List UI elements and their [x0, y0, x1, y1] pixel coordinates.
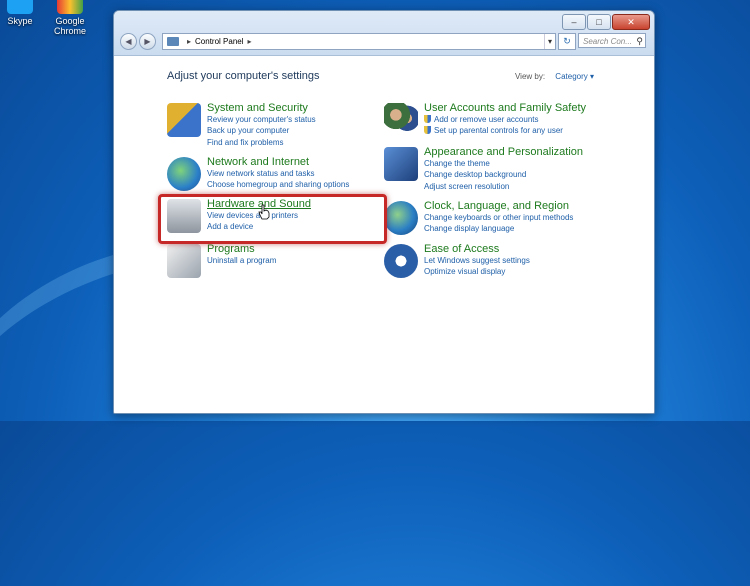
- monitor-paint-icon: [384, 147, 418, 181]
- view-by: View by: Category ▾: [515, 72, 594, 81]
- category-link[interactable]: Change keyboards or other input methods: [424, 212, 573, 223]
- navigation-buttons: ◀ ▶: [120, 33, 158, 50]
- title-bar: – □ ✕ ◀ ▶ ▸ Control Panel ▸ ▾ ↻ Search C…: [114, 11, 654, 56]
- category-link[interactable]: Change desktop background: [424, 169, 583, 180]
- highlight-box: [158, 194, 387, 244]
- chrome-icon: [57, 0, 83, 14]
- globe-network-icon: [167, 157, 201, 191]
- category-title[interactable]: Appearance and Personalization: [424, 146, 583, 158]
- users-icon: [384, 103, 418, 137]
- maximize-button[interactable]: □: [587, 14, 611, 30]
- search-placeholder: Search Con...: [583, 37, 632, 46]
- forward-button[interactable]: ▶: [139, 33, 156, 50]
- view-by-dropdown[interactable]: Category ▾: [555, 72, 594, 81]
- desktop-icon-label: Google Chrome: [53, 16, 86, 36]
- search-input[interactable]: Search Con... ⚲: [578, 33, 646, 48]
- clock-globe-icon: [384, 201, 418, 235]
- back-button[interactable]: ◀: [120, 33, 137, 50]
- shield-icon: [424, 126, 431, 135]
- category-link[interactable]: Set up parental controls for any user: [424, 125, 586, 136]
- category-link[interactable]: Review your computer's status: [207, 114, 316, 125]
- category-link[interactable]: Uninstall a program: [207, 255, 276, 266]
- category-link[interactable]: Add or remove user accounts: [424, 114, 586, 125]
- control-panel-icon: [167, 37, 179, 46]
- hand-cursor-icon: [258, 204, 270, 220]
- caption-buttons: – □ ✕: [561, 14, 650, 30]
- breadcrumb-control-panel[interactable]: Control Panel: [195, 34, 243, 49]
- category-title[interactable]: Network and Internet: [207, 156, 349, 168]
- category-link[interactable]: Optimize visual display: [424, 266, 530, 277]
- category-link[interactable]: View network status and tasks: [207, 168, 349, 179]
- category-link[interactable]: Adjust screen resolution: [424, 181, 583, 192]
- shield-computer-icon: [167, 103, 201, 137]
- view-by-label: View by:: [514, 72, 546, 81]
- chevron-right-icon[interactable]: ▸: [187, 34, 191, 49]
- search-icon[interactable]: ⚲: [636, 34, 643, 49]
- category-link[interactable]: Change the theme: [424, 158, 583, 169]
- chevron-right-icon[interactable]: ▸: [248, 34, 252, 49]
- category-title[interactable]: Ease of Access: [424, 243, 530, 255]
- category-link[interactable]: Back up your computer: [207, 125, 316, 136]
- refresh-button[interactable]: ↻: [558, 33, 576, 50]
- close-button[interactable]: ✕: [612, 14, 650, 30]
- chevron-down-icon[interactable]: ▾: [544, 34, 555, 49]
- desktop-icon-chrome[interactable]: Google Chrome: [40, 0, 100, 36]
- address-bar[interactable]: ▸ Control Panel ▸ ▾: [162, 33, 556, 50]
- category-title[interactable]: Clock, Language, and Region: [424, 200, 573, 212]
- page-title: Adjust your computer's settings: [167, 70, 320, 82]
- category-link[interactable]: Change display language: [424, 223, 573, 234]
- programs-icon: [167, 244, 201, 278]
- category-link[interactable]: Find and fix problems: [207, 137, 316, 148]
- category-link[interactable]: Choose homegroup and sharing options: [207, 179, 349, 190]
- ease-of-access-icon: [384, 244, 418, 278]
- category-title[interactable]: User Accounts and Family Safety: [424, 102, 586, 114]
- minimize-button[interactable]: –: [562, 14, 586, 30]
- skype-icon: [7, 0, 33, 14]
- shield-icon: [424, 115, 431, 123]
- category-title[interactable]: System and Security: [207, 102, 316, 114]
- category-link[interactable]: Let Windows suggest settings: [424, 255, 530, 266]
- category-title[interactable]: Programs: [207, 243, 276, 255]
